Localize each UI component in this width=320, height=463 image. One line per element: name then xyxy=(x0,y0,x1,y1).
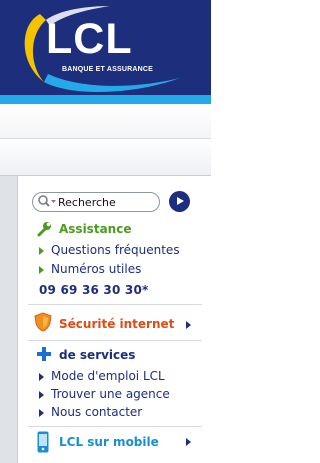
chevron-right-icon xyxy=(186,438,191,446)
header-stripe xyxy=(0,95,211,104)
user-guide-link[interactable]: Mode d'emploi LCL xyxy=(51,369,165,383)
wrench-icon xyxy=(37,222,51,237)
divider xyxy=(28,304,202,305)
security-link[interactable]: Sécurité internet xyxy=(59,317,174,331)
plus-icon xyxy=(37,347,51,361)
sidebar-panel: Assistance Questions fréquentes Numéros … xyxy=(17,176,212,463)
bullet-icon xyxy=(39,373,44,381)
search-box xyxy=(32,192,160,212)
logo-subtitle: BANQUE ET ASSURANCE xyxy=(62,66,154,73)
faq-link[interactable]: Questions fréquentes xyxy=(51,243,180,257)
divider xyxy=(28,426,202,427)
services-title: de services xyxy=(59,348,136,362)
lcl-logo[interactable]: LCL xyxy=(46,18,133,61)
bullet-icon xyxy=(39,247,44,255)
search-icon xyxy=(38,195,56,207)
mobile-phone-icon xyxy=(37,431,49,453)
search-go-button[interactable] xyxy=(169,191,190,212)
phone-number: 09 69 36 30 30* xyxy=(39,283,149,297)
mobile-link[interactable]: LCL sur mobile xyxy=(59,435,159,449)
contact-us-link[interactable]: Nous contacter xyxy=(51,405,142,419)
bullet-icon xyxy=(39,391,44,399)
search-input[interactable] xyxy=(58,194,154,210)
assistance-title[interactable]: Assistance xyxy=(59,222,131,236)
site-header: LCL BANQUE ET ASSURANCE xyxy=(0,0,211,104)
bullet-icon xyxy=(39,409,44,417)
find-agency-link[interactable]: Trouver une agence xyxy=(51,387,170,401)
useful-numbers-link[interactable]: Numéros utiles xyxy=(51,262,141,276)
top-nav-bar xyxy=(0,104,211,139)
chevron-right-icon xyxy=(186,321,191,329)
shield-icon xyxy=(34,312,52,332)
bullet-icon xyxy=(39,266,44,274)
divider xyxy=(28,340,202,341)
secondary-nav-bar xyxy=(0,139,211,176)
